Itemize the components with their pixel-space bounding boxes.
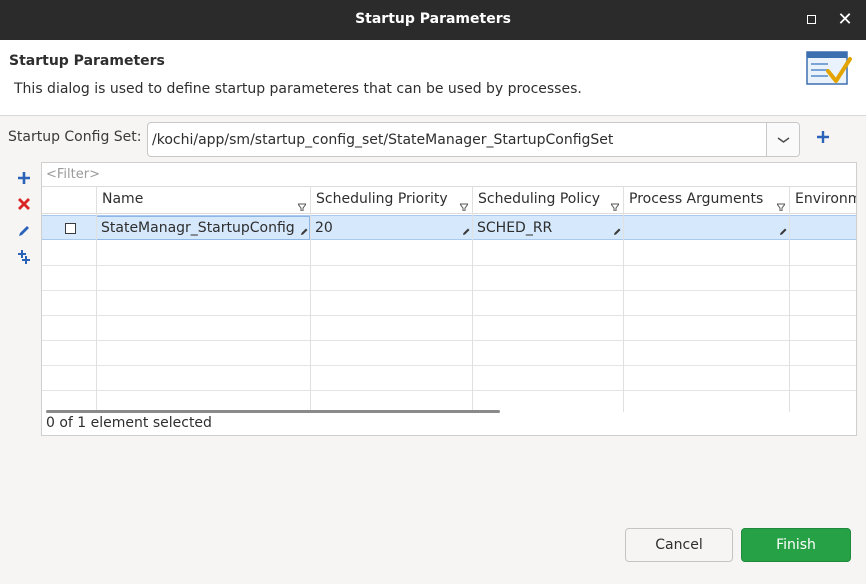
scheduling-policy-value[interactable]: SCHED_RR (477, 220, 552, 236)
header-title: Startup Parameters (9, 53, 165, 69)
table-row (42, 291, 856, 316)
table-row (42, 316, 856, 341)
column-divider (789, 186, 790, 412)
edit-pencil-icon[interactable] (300, 227, 309, 236)
add-config-set-icon[interactable] (816, 130, 830, 144)
horizontal-scrollbar[interactable] (42, 410, 856, 413)
close-icon: ✕ (837, 9, 853, 30)
edit-pencil-icon[interactable] (613, 227, 622, 236)
add-icon[interactable] (16, 170, 32, 186)
startup-config-table: <Filter> Name Scheduling Priority Schedu… (41, 162, 857, 436)
table-row[interactable]: StateManagr_StartupConfig 20 SCHED_RR (42, 215, 856, 240)
add-multiple-icon[interactable] (16, 249, 32, 265)
column-header-label: Environm (795, 191, 857, 207)
table-row (42, 366, 856, 391)
column-header-label: Scheduling Policy (478, 191, 601, 207)
chevron-down-icon (777, 137, 790, 143)
edit-icon[interactable] (16, 223, 32, 239)
close-button[interactable]: ✕ (836, 11, 854, 29)
config-set-combo[interactable]: /kochi/app/sm/startup_config_set/StateMa… (147, 122, 800, 157)
column-header-label: Process Arguments (629, 191, 764, 207)
config-set-value: /kochi/app/sm/startup_config_set/StateMa… (152, 132, 614, 148)
edit-pencil-icon[interactable] (462, 227, 471, 236)
column-divider (310, 186, 311, 412)
column-header-scheduling-policy[interactable]: Scheduling Policy (472, 187, 623, 214)
column-divider (623, 186, 624, 412)
maximize-icon (806, 15, 816, 24)
name-cell[interactable]: StateManagr_StartupConfig (96, 216, 310, 240)
window-title: Startup Parameters (355, 11, 511, 27)
wizard-checklist-icon (806, 51, 852, 85)
maximize-button[interactable] (802, 11, 820, 29)
column-header-select[interactable] (42, 187, 96, 214)
column-divider (96, 186, 97, 412)
row-checkbox[interactable] (65, 223, 76, 234)
table-row (42, 341, 856, 366)
filter-input[interactable]: <Filter> (46, 167, 100, 182)
table-header: Name Scheduling Priority Scheduling Poli… (42, 186, 857, 214)
column-header-scheduling-priority[interactable]: Scheduling Priority (310, 187, 472, 214)
table-row (42, 266, 856, 291)
edit-pencil-icon[interactable] (779, 227, 788, 236)
dialog-header: Startup Parameters This dialog is used t… (0, 40, 866, 116)
column-header-process-arguments[interactable]: Process Arguments (623, 187, 789, 214)
cancel-button[interactable]: Cancel (625, 528, 733, 562)
startup-parameters-dialog: Startup Parameters ✕ Startup Parameters … (0, 0, 866, 584)
config-set-dropdown-button[interactable] (766, 123, 799, 156)
table-row (42, 391, 856, 412)
scrollbar-thumb[interactable] (46, 410, 500, 413)
filter-icon[interactable] (460, 203, 468, 211)
filter-icon[interactable] (298, 203, 306, 211)
title-bar: Startup Parameters ✕ (0, 0, 866, 40)
scheduling-priority-value[interactable]: 20 (315, 220, 333, 236)
column-header-label: Name (102, 191, 144, 207)
column-header-label: Scheduling Priority (316, 191, 448, 207)
delete-icon[interactable] (16, 196, 32, 212)
finish-button[interactable]: Finish (741, 528, 851, 562)
header-description: This dialog is used to define startup pa… (14, 81, 582, 97)
selection-status: 0 of 1 element selected (46, 415, 212, 431)
filter-icon[interactable] (611, 203, 619, 211)
column-divider (472, 186, 473, 412)
table-row (42, 241, 856, 266)
config-set-label: Startup Config Set: (8, 129, 142, 145)
column-header-name[interactable]: Name (96, 187, 310, 214)
filter-icon[interactable] (777, 203, 785, 211)
column-header-environment[interactable]: Environm (789, 187, 857, 214)
name-value: StateManagr_StartupConfig (101, 220, 295, 236)
